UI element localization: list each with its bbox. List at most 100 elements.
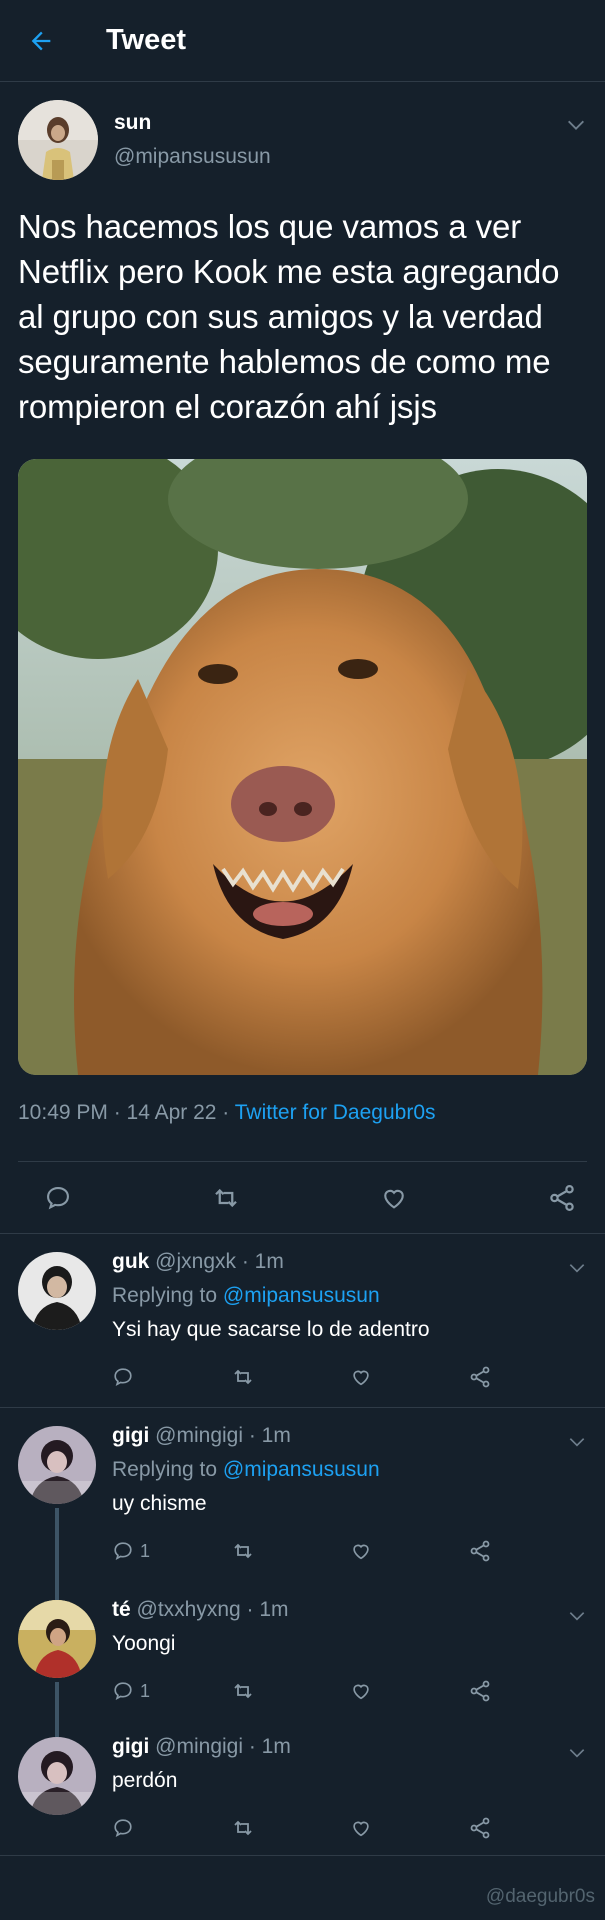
share-button[interactable] <box>468 1365 587 1389</box>
reply-actions: 1 <box>112 1536 587 1566</box>
replying-to: Replying to @mipansususun <box>112 1284 587 1314</box>
reply-item[interactable]: gigi @mingigi · 1m Replying to @mipansus… <box>0 1408 605 1582</box>
chevron-down-icon[interactable] <box>567 1743 587 1763</box>
heart-icon <box>352 1821 369 1837</box>
heart-icon <box>352 1544 369 1560</box>
avatar[interactable] <box>18 1600 96 1678</box>
like-button[interactable] <box>380 1184 408 1212</box>
retweet-button[interactable] <box>211 1183 241 1213</box>
reply-author-name[interactable]: gigi <box>112 1424 149 1447</box>
thread-line <box>55 1582 59 1600</box>
replying-handle-link[interactable]: @mipansususun <box>223 1284 380 1307</box>
reply-count: 1 <box>140 1680 151 1701</box>
retweet-button[interactable] <box>231 1539 350 1563</box>
chevron-down-icon[interactable] <box>567 1258 587 1278</box>
reply-meta: @jxngxk · 1m <box>149 1250 284 1273</box>
reply-item[interactable]: té @txxhyxng · 1m Yoongi 1 <box>0 1582 605 1719</box>
heart-icon <box>352 1684 369 1700</box>
reply-icon <box>114 1542 132 1560</box>
main-tweet: sun @mipansususun Nos hacemos los que va… <box>0 82 605 1234</box>
share-button[interactable] <box>547 1183 577 1213</box>
retweet-icon <box>234 1683 252 1699</box>
author-avatar[interactable] <box>18 100 98 180</box>
replying-handle-link[interactable]: @mipansususun <box>223 1458 380 1481</box>
like-button[interactable] <box>350 1540 469 1562</box>
share-icon <box>470 1817 490 1839</box>
tweet-text: Nos hacemos los que vamos a ver Netflix … <box>18 208 560 425</box>
reply-actions <box>112 1362 587 1392</box>
retweet-button[interactable] <box>231 1365 350 1389</box>
like-button[interactable] <box>350 1680 469 1702</box>
like-button[interactable] <box>350 1817 469 1839</box>
share-icon <box>470 1366 490 1388</box>
retweet-icon <box>215 1188 237 1207</box>
replying-label: Replying to <box>112 1284 223 1307</box>
share-icon <box>470 1540 490 1562</box>
retweet-icon <box>234 1543 252 1559</box>
reply-meta: @mingigi · 1m <box>149 1424 291 1447</box>
chevron-down-icon[interactable] <box>565 114 587 136</box>
author-name[interactable]: sun <box>114 111 271 135</box>
avatar[interactable] <box>18 1737 96 1815</box>
tweet-meta: 10:49 PM · 14 Apr 22 · Twitter for Daegu… <box>18 1101 587 1137</box>
replies-list: guk @jxngxk · 1m Replying to @mipansusus… <box>0 1234 605 1856</box>
author-handle[interactable]: @mipansususun <box>114 145 271 169</box>
page-title: Tweet <box>106 24 187 56</box>
back-arrow-icon <box>31 31 51 50</box>
reply-button[interactable]: 1 <box>112 1680 231 1702</box>
share-button[interactable] <box>468 1539 587 1563</box>
share-icon <box>470 1680 490 1702</box>
like-button[interactable] <box>350 1366 469 1388</box>
thread-line <box>55 1508 59 1582</box>
reply-author-name[interactable]: guk <box>112 1250 149 1273</box>
reply-text: Yoongi <box>112 1632 176 1655</box>
reply-icon <box>114 1819 132 1837</box>
reply-button[interactable] <box>112 1817 231 1839</box>
reply-icon <box>114 1368 132 1386</box>
reply-text: uy chisme <box>112 1492 207 1515</box>
retweet-button[interactable] <box>231 1679 350 1703</box>
replying-label: Replying to <box>112 1458 223 1481</box>
replying-to: Replying to @mipansususun <box>112 1458 587 1488</box>
chevron-down-icon[interactable] <box>567 1432 587 1452</box>
reply-header: gigi @mingigi · 1m <box>112 1424 587 1454</box>
reply-author-name[interactable]: té <box>112 1598 131 1621</box>
reply-button[interactable]: 1 <box>112 1540 231 1562</box>
reply-meta: @txxhyxng · 1m <box>130 1598 289 1621</box>
author-row: sun @mipansususun <box>18 98 587 182</box>
share-button[interactable] <box>468 1816 587 1840</box>
reply-actions <box>112 1813 587 1843</box>
back-button[interactable] <box>0 0 82 82</box>
reply-icon <box>114 1682 132 1700</box>
tweet-image[interactable] <box>18 459 587 1075</box>
reply-count: 1 <box>140 1540 151 1561</box>
reply-item[interactable]: guk @jxngxk · 1m Replying to @mipansusus… <box>0 1234 605 1408</box>
reply-text: perdón <box>112 1769 178 1792</box>
retweet-icon <box>234 1369 252 1385</box>
share-button[interactable] <box>468 1679 587 1703</box>
watermark: @daegubr0s <box>485 1886 595 1907</box>
reply-meta: @mingigi · 1m <box>149 1735 291 1758</box>
reply-header: gigi @mingigi · 1m <box>112 1735 587 1765</box>
top-bar: Tweet <box>0 0 605 82</box>
reply-icon <box>47 1186 69 1209</box>
reply-header: guk @jxngxk · 1m <box>112 1250 587 1280</box>
reply-button[interactable] <box>112 1366 231 1388</box>
reply-button[interactable] <box>44 1184 72 1212</box>
thread-line <box>55 1719 59 1737</box>
retweet-button[interactable] <box>231 1816 350 1840</box>
share-icon <box>550 1184 574 1211</box>
avatar[interactable] <box>18 1426 96 1504</box>
heart-icon <box>352 1370 369 1386</box>
reply-author-name[interactable]: gigi <box>112 1735 149 1758</box>
retweet-icon <box>234 1820 252 1836</box>
chevron-down-icon[interactable] <box>567 1606 587 1626</box>
tweet-source-link[interactable]: Twitter for Daegubr0s <box>235 1101 436 1124</box>
avatar[interactable] <box>18 1252 96 1330</box>
tweet-actions <box>0 1162 605 1234</box>
reply-actions: 1 <box>112 1676 587 1706</box>
tweet-timestamp: 10:49 PM · 14 Apr 22 · <box>18 1101 235 1124</box>
reply-item[interactable]: gigi @mingigi · 1m perdón <box>0 1719 605 1856</box>
reply-header: té @txxhyxng · 1m <box>112 1598 587 1628</box>
reply-text: Ysi hay que sacarse lo de adentro <box>112 1318 430 1341</box>
